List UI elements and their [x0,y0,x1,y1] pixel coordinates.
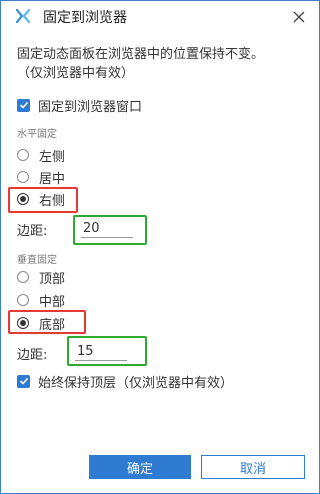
radio-horizontal-left[interactable]: 左侧 [17,145,65,165]
title-bar: 固定到浏览器 [1,1,319,33]
horizontal-section-label: 水平固定 [17,129,57,140]
radio-icon[interactable] [17,271,29,283]
radio-vertical-top[interactable]: 顶部 [17,267,65,287]
radio-label: 居中 [39,171,66,187]
radio-label: 左侧 [39,149,66,165]
dialog-title: 固定到浏览器 [43,10,127,26]
description: 固定动态面板在浏览器中的位置保持不变。 （仅浏览器中有效） [17,45,313,83]
radio-icon[interactable] [17,149,29,161]
checkbox-checked-icon[interactable] [17,374,30,388]
vertical-margin-label: 边距: [17,348,48,363]
close-icon[interactable] [289,7,309,27]
horizontal-margin-input[interactable] [81,219,133,238]
ok-button[interactable]: 确定 [89,455,191,479]
radio-horizontal-right[interactable]: 右侧 [17,189,65,209]
description-line-2: （仅浏览器中有效） [17,66,135,81]
always-on-top-checkbox[interactable]: 始终保持顶层（仅浏览器中有效） [17,371,233,391]
radio-selected-icon[interactable] [17,193,29,205]
radio-selected-icon[interactable] [17,317,29,329]
cancel-button[interactable]: 取消 [201,455,305,479]
pin-to-window-label: 固定到浏览器窗口 [38,99,143,115]
horizontal-margin-label: 边距: [17,224,48,239]
radio-label: 右侧 [39,193,66,209]
pin-to-window-checkbox[interactable]: 固定到浏览器窗口 [17,95,142,115]
x-logo-icon [15,8,31,24]
vertical-section-label: 垂直固定 [17,255,57,266]
radio-horizontal-center[interactable]: 居中 [17,167,65,187]
radio-label: 顶部 [39,271,66,287]
radio-vertical-middle[interactable]: 中部 [17,290,65,310]
radio-icon[interactable] [17,294,29,306]
radio-label: 底部 [39,317,66,333]
radio-icon[interactable] [17,171,29,183]
radio-vertical-bottom[interactable]: 底部 [17,313,65,333]
checkbox-checked-icon[interactable] [17,98,30,112]
dialog-window: 固定到浏览器 固定动态面板在浏览器中的位置保持不变。 （仅浏览器中有效） 固定到… [0,0,320,494]
radio-label: 中部 [39,294,66,310]
vertical-margin-input[interactable] [75,342,127,361]
description-line-1: 固定动态面板在浏览器中的位置保持不变。 [17,47,265,62]
always-on-top-label: 始终保持顶层（仅浏览器中有效） [38,375,234,391]
